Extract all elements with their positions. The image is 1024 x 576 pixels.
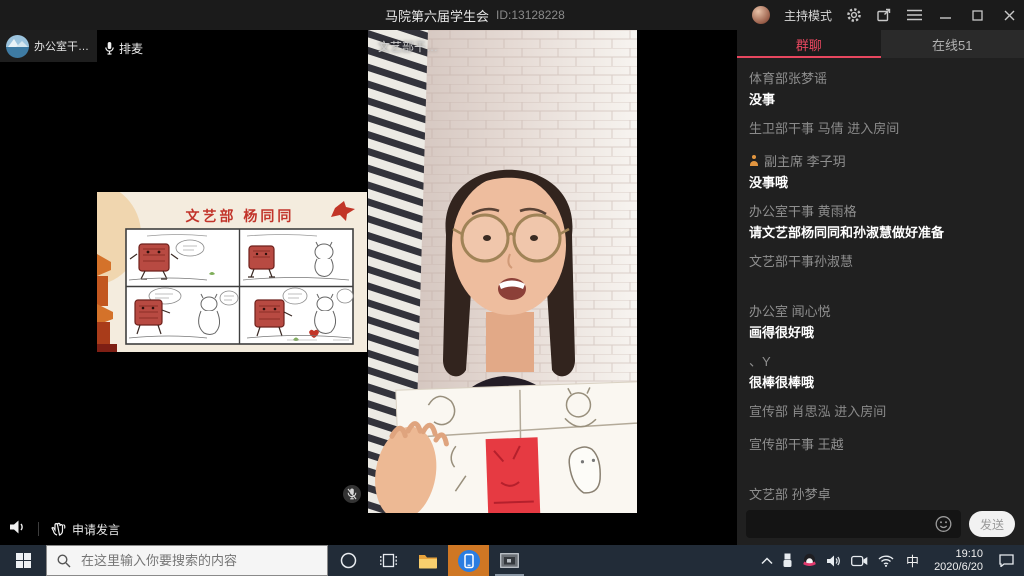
chat-message: 文艺部干事孙淑慧 [749, 251, 1012, 290]
chat-message-sender: 文艺部干事孙淑慧 [749, 251, 1012, 270]
chat-tabs: 群聊 在线51 [737, 30, 1024, 58]
meeting-title: 马院第六届学生会 [385, 6, 489, 25]
windows-logo-icon [16, 553, 31, 568]
presenter-webcam-feed [368, 30, 637, 513]
meeting-id: ID:13128228 [496, 8, 565, 22]
video-tile-slide[interactable]: 排麦 文艺部 杨同同 [97, 30, 367, 513]
chat-message-text: 画得很好哦 [749, 325, 1012, 340]
chat-message-text: 没事哦 [749, 175, 1012, 190]
minimize-button[interactable] [936, 6, 954, 24]
divider [38, 522, 39, 536]
chat-message: 宣传部干事 王越 [749, 434, 1012, 473]
share-screen-icon[interactable] [876, 7, 892, 23]
ime-indicator[interactable]: 中 [899, 545, 926, 576]
chat-message: 体育部张梦谣没事 [749, 68, 1012, 107]
cortana-icon [340, 552, 357, 569]
raise-hand-icon [51, 522, 66, 536]
clock-time: 19:10 [934, 548, 983, 561]
start-button[interactable] [0, 545, 46, 576]
title-group: 马院第六届学生会 ID:13128228 [385, 0, 565, 30]
shared-slide: 文艺部 杨同同 [97, 192, 367, 352]
emoji-icon[interactable] [935, 516, 952, 533]
chat-panel: 群聊 在线51 体育部张梦谣没事生卫部干事 马倩 进入房间副主席 李子玥没事哦办… [737, 30, 1024, 545]
queue-badge-label: 排麦 [119, 40, 143, 57]
chat-message: 、Y 很棒很棒哦 [749, 351, 1012, 390]
chat-message-sender: 办公室干事 黄雨格 [749, 201, 1012, 220]
slide-title: 文艺部 杨同同 [186, 208, 295, 224]
presenter-name-label: 文艺部干… [378, 38, 438, 55]
muted-microphone-icon [343, 485, 361, 503]
app-window-icon [500, 553, 519, 568]
file-explorer-button[interactable] [408, 545, 448, 576]
meeting-app-button[interactable] [448, 545, 489, 576]
action-center-button[interactable] [991, 545, 1024, 576]
tab-group-chat[interactable]: 群聊 [737, 30, 881, 58]
chat-message-text: 请文艺部杨同同和孙淑慧做好准备 [749, 225, 1012, 240]
settings-gear-icon[interactable] [846, 7, 862, 23]
tray-usb-icon[interactable] [778, 545, 797, 576]
chat-message-text [749, 275, 1012, 290]
chat-message: 文艺部 孙梦卓棒! [749, 484, 1012, 505]
meeting-window: 马院第六届学生会 ID:13128228 主持模式 [0, 0, 1024, 576]
chat-message-sender: 、Y [749, 351, 1012, 370]
chat-message: 办公室 闻心悦画得很好哦 [749, 301, 1012, 340]
taskbar-search[interactable] [46, 545, 328, 576]
chat-message-sender: 副主席 李子玥 [749, 151, 1012, 170]
chat-message: 办公室干事 黄雨格请文艺部杨同同和孙淑慧做好准备 [749, 201, 1012, 240]
notification-icon [999, 554, 1014, 567]
chat-system-message: 生卫部干事 马倩 进入房间 [749, 118, 1012, 137]
participant-avatar [6, 35, 29, 58]
task-view-button[interactable] [368, 545, 408, 576]
chat-message-list[interactable]: 体育部张梦谣没事生卫部干事 马倩 进入房间副主席 李子玥没事哦办公室干事 黄雨格… [737, 60, 1024, 505]
chat-input[interactable] [746, 510, 961, 538]
meeting-app-icon [457, 549, 481, 573]
chat-message-text: 没事 [749, 92, 1012, 107]
raise-hand-button[interactable]: 申请发言 [51, 521, 120, 538]
participant-name: 办公室干… [34, 38, 89, 54]
tab-online-members[interactable]: 在线51 [881, 30, 1024, 58]
chat-message-sender: 办公室 闻心悦 [749, 301, 1012, 320]
folder-icon [418, 553, 438, 569]
participant-tile[interactable]: 办公室干… [0, 30, 97, 62]
send-button[interactable]: 发送 [969, 511, 1015, 537]
chat-system-message: 宣传部 肖思泓 进入房间 [749, 401, 1012, 420]
chat-message-text [749, 458, 1012, 473]
windows-taskbar: 中 19:10 2020/6/20 [0, 545, 1024, 576]
search-input[interactable] [79, 552, 313, 569]
tray-wifi-icon[interactable] [873, 545, 899, 576]
cortana-button[interactable] [328, 545, 368, 576]
host-mode-label: 主持模式 [784, 7, 832, 24]
chat-message-sender: 宣传部干事 王越 [749, 434, 1012, 453]
tray-qq-icon[interactable] [797, 545, 822, 576]
task-view-icon [380, 553, 397, 568]
role-badge-icon [749, 155, 759, 166]
titlebar: 马院第六届学生会 ID:13128228 主持模式 [0, 0, 1024, 30]
chat-message: 副主席 李子玥没事哦 [749, 151, 1012, 190]
chat-message-text: 很棒很棒哦 [749, 375, 1012, 390]
chat-message-sender: 体育部张梦谣 [749, 68, 1012, 87]
raise-hand-label: 申请发言 [72, 521, 120, 538]
video-tile-presenter[interactable]: 文艺部干… [368, 30, 637, 513]
maximize-button[interactable] [968, 6, 986, 24]
taskbar-clock[interactable]: 19:10 2020/6/20 [926, 548, 991, 574]
chat-input-row: 发送 [737, 508, 1024, 540]
chat-message-sender: 文艺部 孙梦卓 [749, 484, 1012, 503]
tray-camera-icon[interactable] [846, 545, 873, 576]
host-avatar[interactable] [752, 6, 770, 24]
queue-badge: 排麦 [105, 40, 143, 57]
speaker-icon[interactable] [10, 520, 26, 539]
meeting-bottom-controls: 申请发言 [0, 513, 737, 545]
close-button[interactable] [1000, 6, 1018, 24]
open-app-button[interactable] [489, 545, 530, 576]
search-icon [57, 554, 71, 568]
tray-chevron-icon[interactable] [756, 545, 778, 576]
menu-icon[interactable] [906, 7, 922, 23]
video-stage: 办公室干… 排麦 [0, 30, 737, 545]
microphone-icon [105, 42, 114, 55]
clock-date: 2020/6/20 [934, 561, 983, 574]
system-tray: 中 19:10 2020/6/20 [756, 545, 1024, 576]
tray-volume-icon[interactable] [822, 545, 846, 576]
titlebar-controls: 主持模式 [752, 0, 1018, 30]
